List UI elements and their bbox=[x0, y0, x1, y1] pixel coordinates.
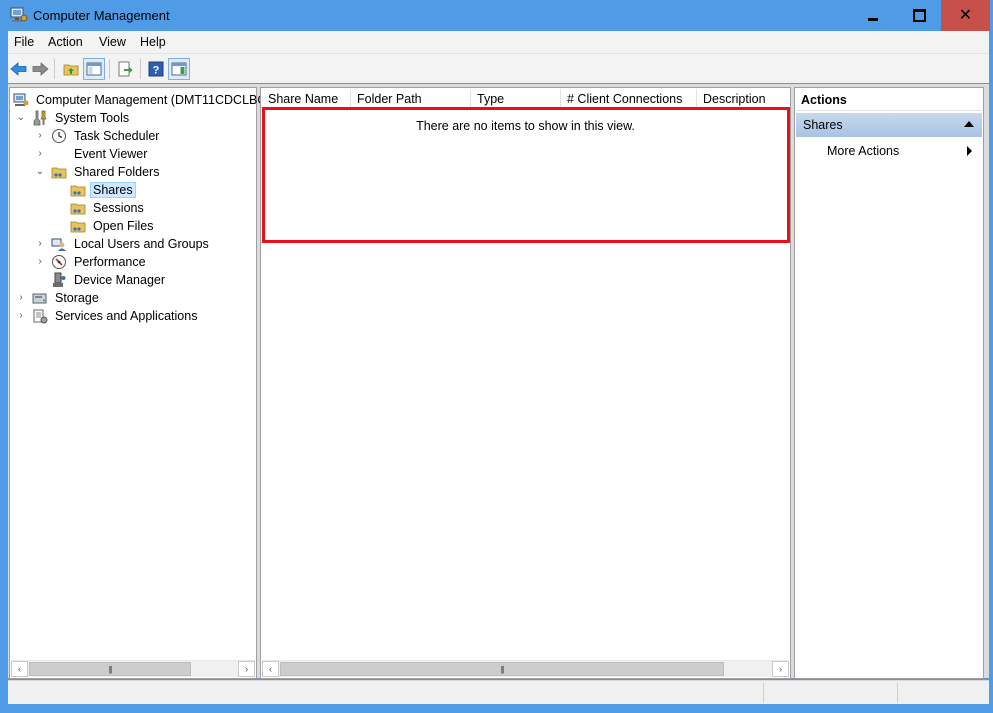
menu-help[interactable]: Help bbox=[140, 35, 166, 49]
tree-item-task-scheduler[interactable]: Task Scheduler bbox=[51, 127, 162, 145]
status-bar bbox=[8, 680, 989, 704]
tree-item-local-users-and-groups[interactable]: Local Users and Groups bbox=[51, 235, 212, 253]
scroll-right-button[interactable]: › bbox=[238, 661, 255, 677]
tree-item-computer-management[interactable]: Computer Management (DMT11CDCLBC bbox=[13, 91, 269, 109]
tree-item-device-manager[interactable]: Device Manager bbox=[51, 271, 168, 289]
tree-item-event-viewer[interactable]: Event Viewer bbox=[51, 145, 150, 163]
services-icon bbox=[33, 309, 48, 324]
status-segment bbox=[897, 683, 989, 703]
column-header-type[interactable]: Type bbox=[471, 89, 561, 109]
system-tools-icon bbox=[33, 110, 47, 126]
more-actions-item[interactable]: More Actions bbox=[827, 144, 899, 158]
column-header-description[interactable]: Description bbox=[697, 89, 790, 109]
maximize-button[interactable] bbox=[896, 0, 943, 31]
menu-file[interactable]: File bbox=[14, 35, 34, 49]
tree-item-storage[interactable]: Storage bbox=[32, 289, 102, 307]
scroll-left-button[interactable]: ‹ bbox=[262, 661, 279, 677]
window-title: Computer Management bbox=[33, 8, 170, 23]
column-header-folder-path[interactable]: Folder Path bbox=[351, 89, 471, 109]
status-segment bbox=[763, 683, 897, 703]
shared-folder-icon bbox=[51, 167, 67, 179]
chevron-down-icon[interactable]: ⌄ bbox=[16, 113, 26, 123]
up-one-level-button[interactable] bbox=[60, 58, 82, 80]
back-arrow-icon bbox=[10, 62, 27, 76]
list-horizontal-scrollbar[interactable]: ‹ ||| › bbox=[262, 660, 789, 677]
shared-folder-icon bbox=[70, 185, 86, 197]
users-icon bbox=[51, 238, 66, 251]
menu-bar: File Action View Help bbox=[8, 31, 989, 53]
actions-section-label: Shares bbox=[803, 118, 843, 132]
open-files-folder-icon bbox=[70, 221, 86, 233]
scroll-right-button[interactable]: › bbox=[772, 661, 789, 677]
clock-icon bbox=[52, 129, 66, 143]
back-button[interactable] bbox=[8, 58, 30, 80]
help-button[interactable]: ? bbox=[145, 58, 167, 80]
computer-management-icon bbox=[10, 7, 28, 22]
column-header-client-connections[interactable]: # Client Connections bbox=[561, 89, 697, 109]
export-list-button[interactable] bbox=[114, 58, 136, 80]
actions-header: Actions bbox=[796, 89, 982, 111]
actions-section-shares[interactable]: Shares bbox=[796, 113, 982, 137]
chevron-right-icon[interactable]: › bbox=[35, 257, 45, 267]
up-folder-icon bbox=[63, 64, 79, 76]
device-manager-icon bbox=[53, 272, 66, 287]
empty-view-message: There are no items to show in this view. bbox=[416, 119, 635, 133]
shares-list-pane[interactable]: Share Name Folder Path Type # Client Con… bbox=[260, 87, 791, 679]
show-hide-action-pane-button[interactable] bbox=[168, 58, 190, 80]
menu-action[interactable]: Action bbox=[48, 35, 83, 49]
export-list-icon bbox=[118, 61, 133, 77]
forward-arrow-icon bbox=[32, 62, 49, 76]
console-tree-pane[interactable]: Computer Management (DMT11CDCLBC ⌄ Syste… bbox=[9, 87, 266, 679]
title-bar[interactable]: Computer Management ✕ bbox=[0, 0, 993, 31]
chevron-right-icon[interactable]: › bbox=[35, 149, 45, 159]
tree-item-performance[interactable]: Performance bbox=[51, 253, 149, 271]
tree-item-system-tools[interactable]: System Tools bbox=[32, 109, 132, 127]
forward-button[interactable] bbox=[29, 58, 51, 80]
collapse-up-icon[interactable] bbox=[964, 121, 974, 127]
tree-item-sessions[interactable]: Sessions bbox=[70, 199, 147, 217]
help-icon: ? bbox=[148, 61, 164, 77]
actions-pane: Actions Shares More Actions bbox=[794, 87, 984, 679]
tree-item-shared-folders[interactable]: Shared Folders bbox=[51, 163, 162, 181]
tree-item-shares[interactable]: Shares bbox=[70, 181, 136, 199]
tree-item-open-files[interactable]: Open Files bbox=[70, 217, 156, 235]
tree-horizontal-scrollbar[interactable]: ‹ ||| › bbox=[11, 660, 255, 677]
submenu-arrow-icon bbox=[967, 146, 972, 156]
toolbar: ? bbox=[8, 53, 989, 83]
svg-text:?: ? bbox=[153, 65, 160, 77]
scrollbar-thumb[interactable]: ||| bbox=[29, 662, 191, 676]
close-icon: ✕ bbox=[958, 6, 973, 24]
column-header-share-name[interactable]: Share Name bbox=[262, 89, 351, 109]
show-hide-action-pane-icon bbox=[171, 62, 187, 76]
storage-icon bbox=[32, 293, 47, 304]
computer-management-window: Computer Management ✕ File Action View H… bbox=[0, 0, 993, 713]
show-hide-console-tree-button[interactable] bbox=[83, 58, 105, 80]
event-viewer-icon bbox=[51, 146, 67, 162]
minimize-button[interactable] bbox=[849, 0, 896, 31]
scrollbar-thumb[interactable]: ||| bbox=[280, 662, 724, 676]
chevron-right-icon[interactable]: › bbox=[35, 239, 45, 249]
computer-management-icon bbox=[13, 93, 29, 106]
chevron-right-icon[interactable]: › bbox=[35, 131, 45, 141]
show-hide-console-tree-icon bbox=[86, 62, 102, 76]
chevron-right-icon[interactable]: › bbox=[16, 311, 26, 321]
sessions-folder-icon bbox=[70, 203, 86, 215]
chevron-down-icon[interactable]: ⌄ bbox=[35, 167, 45, 177]
scroll-left-button[interactable]: ‹ bbox=[11, 661, 28, 677]
performance-icon bbox=[52, 255, 66, 269]
chevron-right-icon[interactable]: › bbox=[16, 293, 26, 303]
tree-item-services-and-applications[interactable]: Services and Applications bbox=[32, 307, 200, 325]
close-button[interactable]: ✕ bbox=[941, 0, 990, 31]
menu-view[interactable]: View bbox=[99, 35, 126, 49]
main-area: Computer Management (DMT11CDCLBC ⌄ Syste… bbox=[8, 84, 989, 679]
